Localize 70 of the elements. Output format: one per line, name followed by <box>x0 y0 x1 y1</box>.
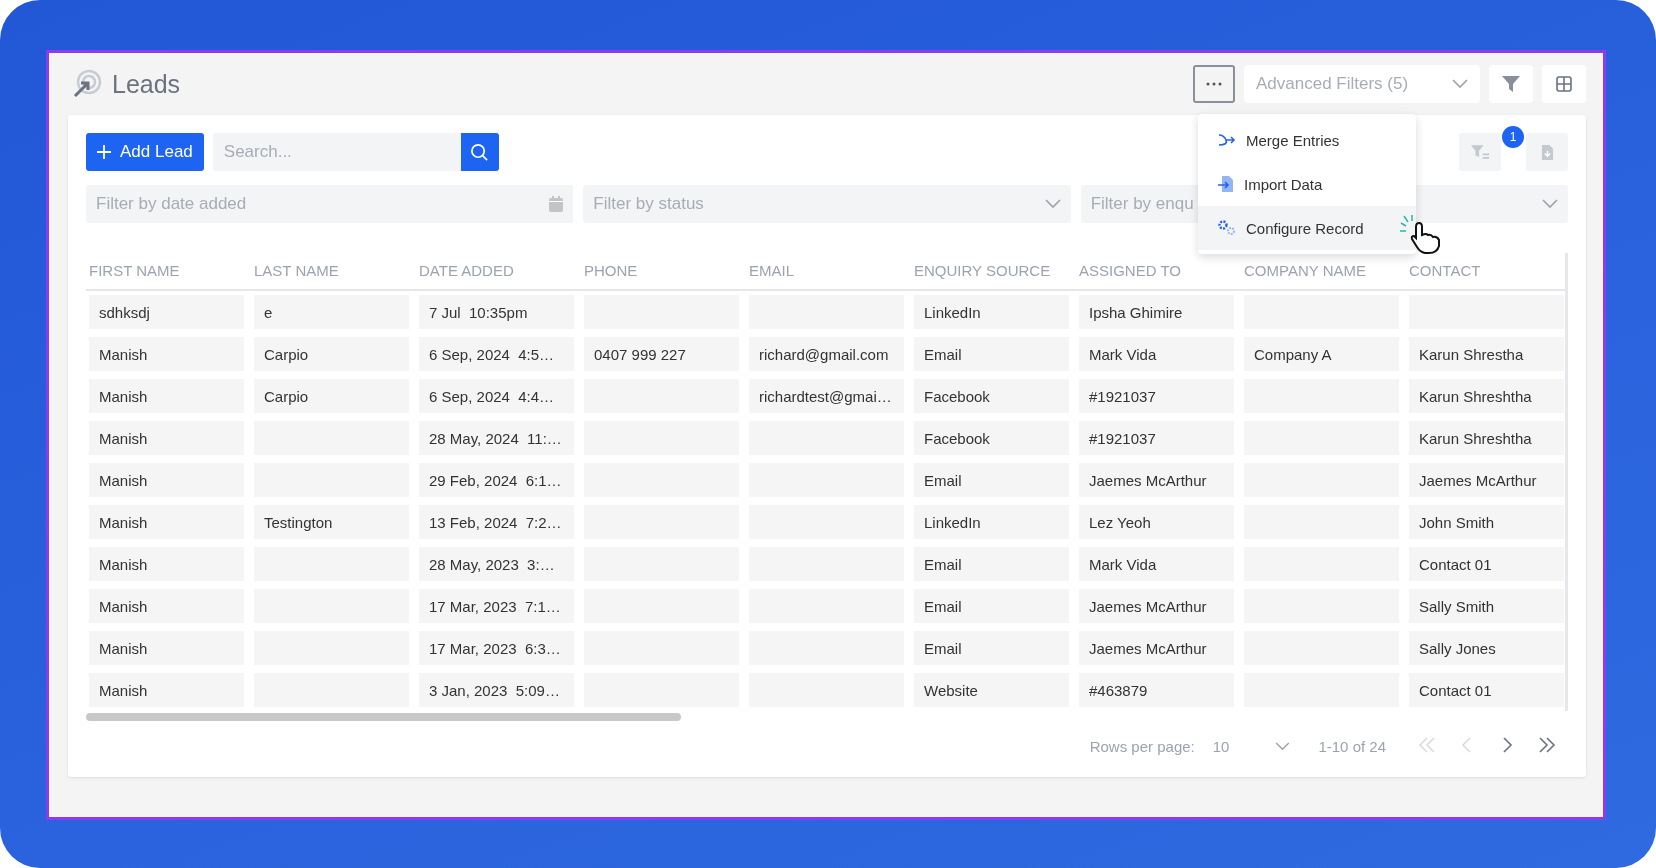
table-cell: Manish <box>89 337 244 371</box>
table-cell: Karun Shrestha <box>1409 337 1564 371</box>
column-header: FIRST NAME <box>89 262 180 279</box>
table-cell: Email <box>914 631 1069 665</box>
table-cell: Karun Shreshtha <box>1409 379 1564 413</box>
table-cell: #1921037 <box>1079 421 1234 455</box>
table-cell: 7 Jul 10:35pm <box>419 295 574 329</box>
table-cell: 28 May, 2024 11:… <box>419 421 574 455</box>
table-cell: 3 Jan, 2023 5:09… <box>419 673 574 707</box>
column-header: LAST NAME <box>254 262 339 279</box>
table-cell: John Smith <box>1409 505 1564 539</box>
table-cell: Ipsha Ghimire <box>1079 295 1234 329</box>
column-header: COMPANY NAME <box>1244 262 1366 279</box>
page-title: Leads <box>112 69 181 99</box>
column-header: ENQUIRY SOURCE <box>914 262 1051 279</box>
table-cell: Contact 01 <box>1409 673 1564 707</box>
table-cell: Carpio <box>254 337 409 371</box>
table-cell: Company A <box>1244 337 1399 371</box>
table-cell: Lez Yeoh <box>1079 505 1234 539</box>
table-cell: LinkedIn <box>914 505 1069 539</box>
table-cell: Sally Jones <box>1409 631 1564 665</box>
table-cell: Jaemes McArthur <box>1079 463 1234 497</box>
table-cell: 6 Sep, 2024 4:5… <box>419 337 574 371</box>
table-cell: richardtest@gmai… <box>749 379 904 413</box>
table-cell: Manish <box>89 673 244 707</box>
table-cell: Facebook <box>914 379 1069 413</box>
table-cell: Mark Vida <box>1079 547 1234 581</box>
table-cell: e <box>254 295 409 329</box>
count-badge: 1 <box>1502 126 1524 148</box>
table-cell: 17 Mar, 2023 7:1… <box>419 589 574 623</box>
table-cell: Email <box>914 337 1069 371</box>
table-cell: 13 Feb, 2024 7:2… <box>419 505 574 539</box>
column-header: DATE ADDED <box>419 262 514 279</box>
table-cell: sdhksdj <box>89 295 244 329</box>
table-cell: Contact 01 <box>1409 547 1564 581</box>
page-range: 1-10 of 24 <box>1318 738 1386 755</box>
table-cell: Email <box>914 589 1069 623</box>
table-cell: 17 Mar, 2023 6:3… <box>419 631 574 665</box>
table-cell: Carpio <box>254 379 409 413</box>
table-cell: #1921037 <box>1079 379 1234 413</box>
column-header: CONTACT <box>1409 262 1481 279</box>
table-cell: richard@gmail.com <box>749 337 904 371</box>
table-cell: Karun Shreshtha <box>1409 421 1564 455</box>
table-cell: Jaemes McArthur <box>1079 631 1234 665</box>
table-cell: Facebook <box>914 421 1069 455</box>
table-cell: Manish <box>89 421 244 455</box>
rows-per-page-label: Rows per page: <box>1089 738 1195 755</box>
table-cell: 0407 999 227 <box>584 337 739 371</box>
table-cell: Manish <box>89 547 244 581</box>
table-cell: #463879 <box>1079 673 1234 707</box>
table-cell: Email <box>914 547 1069 581</box>
column-header: ASSIGNED TO <box>1079 262 1181 279</box>
table-cell: Manish <box>89 505 244 539</box>
table-cell: Jaemes McArthur <box>1409 463 1564 497</box>
table-cell: Mark Vida <box>1079 337 1234 371</box>
table-cell: 6 Sep, 2024 4:4… <box>419 379 574 413</box>
column-header: PHONE <box>584 262 638 279</box>
table-cell: Email <box>914 463 1069 497</box>
table-cell: LinkedIn <box>914 295 1069 329</box>
table-cell: Manish <box>89 631 244 665</box>
table-cell: Manish <box>89 589 244 623</box>
table-cell: Testington <box>254 505 409 539</box>
table-cell: Jaemes McArthur <box>1079 589 1234 623</box>
table-cell: 28 May, 2023 3:… <box>419 547 574 581</box>
table-cell: Manish <box>89 379 244 413</box>
table-cell: 29 Feb, 2024 6:1… <box>419 463 574 497</box>
table-cell: Website <box>914 673 1069 707</box>
column-header: EMAIL <box>749 262 794 279</box>
table-cell: Manish <box>89 463 244 497</box>
table-cell: Sally Smith <box>1409 589 1564 623</box>
